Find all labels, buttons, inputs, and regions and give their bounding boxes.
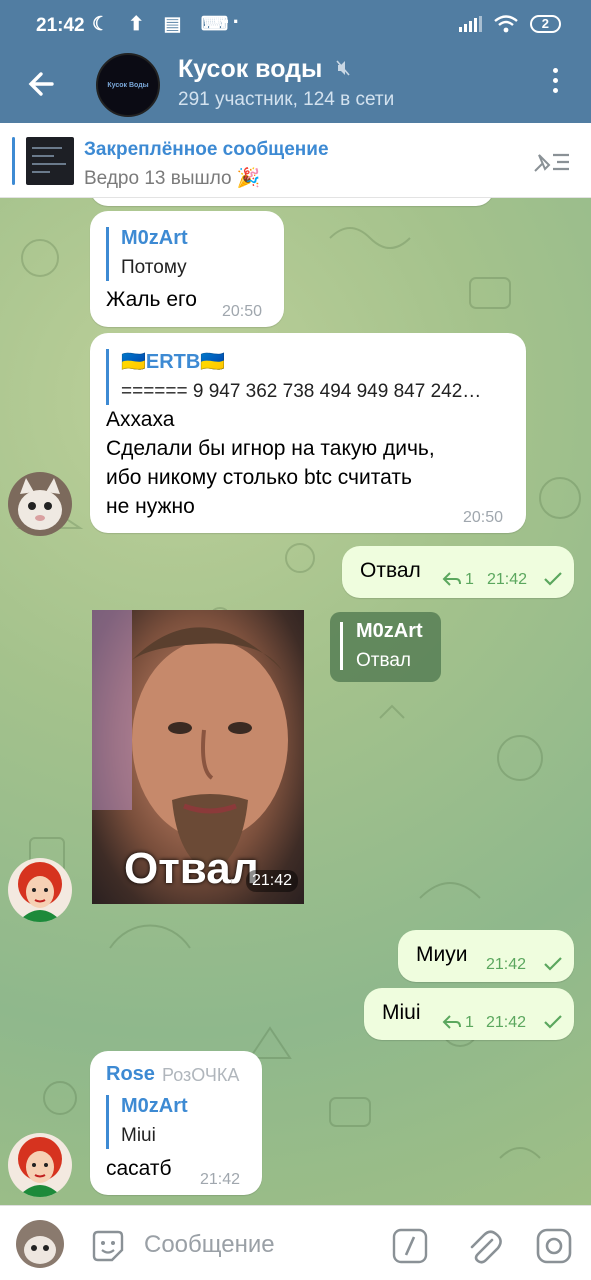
more-vertical-icon[interactable]: [553, 68, 559, 98]
outgoing-message-bubble[interactable]: Миуи 21:42: [398, 930, 574, 982]
chat-area[interactable]: M0zArt Потому Жаль его 20:50 🇺🇦ERTB🇺🇦 ==…: [0, 198, 591, 1205]
reply-text: Отвал: [356, 650, 412, 671]
photo-reply-chip[interactable]: M0zArt Отвал: [330, 612, 441, 682]
my-avatar-image: [16, 1220, 64, 1268]
check-icon: [544, 572, 562, 586]
message-bubble[interactable]: 🇺🇦ERTB🇺🇦 ====== 9 947 362 738 494 949 84…: [90, 333, 526, 533]
sender-name[interactable]: Rose: [106, 1063, 155, 1086]
reply-name: 🇺🇦ERTB🇺🇦: [121, 351, 226, 373]
message-text-line-2: Сделали бы игнор на такую дичь,: [106, 437, 435, 460]
sender-title: РозОЧКА: [162, 1065, 240, 1085]
message-text: Miui: [382, 1001, 421, 1024]
sticker-emoji-icon[interactable]: [90, 1228, 126, 1264]
send-as-avatar[interactable]: [16, 1220, 64, 1268]
pin-list-icon[interactable]: [533, 149, 571, 175]
message-text: Жаль его: [106, 288, 197, 311]
message-text: Миуи: [416, 943, 468, 966]
reply-text: Потому: [121, 257, 187, 278]
user-avatar-rose[interactable]: [8, 858, 72, 922]
message-text-line-3: ибо никому столько btc считать: [106, 466, 412, 489]
arrow-left-icon[interactable]: [26, 66, 56, 102]
message-time: 21:42: [200, 1171, 241, 1188]
rose-avatar-image: [8, 858, 72, 922]
camera-icon[interactable]: [536, 1228, 572, 1264]
forward-count: 1: [465, 1014, 474, 1031]
check-icon: [544, 957, 562, 971]
check-icon: [544, 1015, 562, 1029]
battery-icon: 2: [529, 15, 561, 33]
reply-name: M0zArt: [121, 1095, 188, 1117]
reply-bar: [340, 622, 343, 670]
reply-preview[interactable]: M0zArt Потому: [106, 227, 188, 281]
pinned-message-bar[interactable]: Закреплённое сообщение Ведро 13 вышло 🎉: [0, 123, 591, 198]
status-right: 2: [458, 15, 561, 33]
reply-text: ====== 9 947 362 738 494 949 847 242…: [121, 381, 482, 402]
message-text: Отвал: [360, 559, 421, 582]
message-time: 21:42: [486, 956, 527, 973]
signal-icon: [458, 16, 482, 32]
reply-text: Miui: [121, 1125, 156, 1146]
message-time: 20:50: [222, 303, 263, 320]
reply-name: M0zArt: [121, 227, 188, 249]
message-input[interactable]: [144, 1230, 374, 1260]
message-bubble-cut[interactable]: [90, 198, 494, 206]
reply-name: M0zArt: [356, 620, 423, 642]
message-text-line-4: не нужно: [106, 495, 195, 518]
chat-header: Кусок Воды Кусок воды 291 участник, 124 …: [0, 50, 591, 123]
chat-avatar[interactable]: Кусок Воды: [96, 53, 160, 117]
message-text: сасатб: [106, 1157, 172, 1180]
forward-count-icon: [442, 572, 461, 586]
chat-avatar-text: Кусок Воды: [107, 81, 149, 89]
message-text-line-1: Аххаха: [106, 408, 175, 431]
message-bubble[interactable]: M0zArt Потому Жаль его 20:50: [90, 211, 284, 327]
reply-preview[interactable]: 🇺🇦ERTB🇺🇦 ====== 9 947 362 738 494 949 84…: [106, 349, 481, 405]
status-time: 21:42: [36, 15, 85, 36]
message-input-bar: [0, 1205, 591, 1280]
attach-icon[interactable]: [466, 1226, 502, 1266]
message-time: 20:50: [463, 509, 504, 526]
outgoing-message-bubble[interactable]: Miui 1 21:42: [364, 988, 574, 1040]
user-avatar-rose[interactable]: [8, 1133, 72, 1197]
pinned-text: Ведро 13 вышло 🎉: [84, 168, 261, 189]
photo-time: 21:42: [246, 870, 299, 892]
photo-message[interactable]: Отвал 21:42: [92, 610, 304, 904]
pinned-thumbnail: [26, 137, 74, 185]
reply-preview[interactable]: M0zArt Miui: [106, 1095, 188, 1149]
wifi-icon: [494, 15, 518, 33]
forward-count-icon: [442, 1015, 461, 1029]
message-bubble[interactable]: Rose РозОЧКА M0zArt Miui сасатб 21:42: [90, 1051, 262, 1195]
status-bar: 21:42 ☾ ⬆ ▤ ⌨ ··· 2: [0, 0, 591, 50]
message-time: 21:42: [487, 571, 528, 588]
message-time: 21:42: [486, 1014, 527, 1031]
outgoing-message-bubble[interactable]: Отвал 1 21:42: [342, 546, 574, 598]
cat-avatar-image: [8, 472, 72, 536]
pinned-title: Закреплённое сообщение: [84, 139, 329, 160]
chat-subtitle: 291 участник, 124 в сети: [178, 89, 395, 110]
status-more-icon: ···: [214, 9, 242, 34]
pinned-indicator: [12, 137, 15, 185]
forward-count: 1: [465, 571, 474, 588]
photo-caption: Отвал: [124, 844, 259, 893]
chat-title[interactable]: Кусок воды: [178, 55, 322, 84]
mute-icon: [336, 60, 350, 76]
bot-command-icon[interactable]: [392, 1228, 428, 1264]
user-avatar-cat[interactable]: [8, 472, 72, 536]
rose-avatar-image: [8, 1133, 72, 1197]
